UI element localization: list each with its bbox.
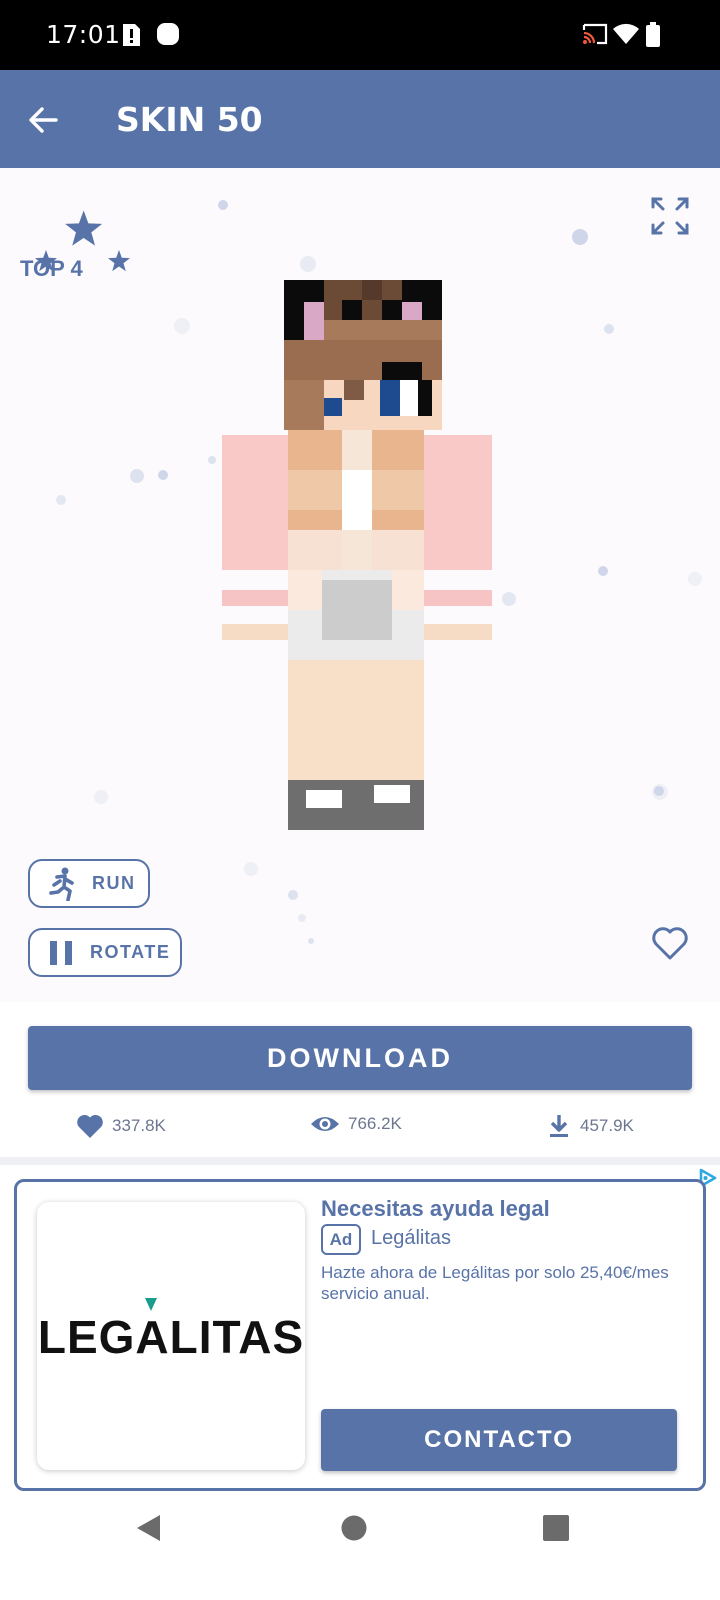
eye-icon [311,1117,339,1131]
running-person-icon [49,867,74,901]
back-arrow-icon[interactable] [22,98,66,142]
ad-title: Necesitas ayuda legal [321,1196,550,1221]
ad-badge: Ad [321,1224,361,1255]
wifi-icon [613,23,639,44]
cast-icon [582,23,608,45]
divider [0,1157,720,1165]
ad-description: Hazte ahora de Legálitas por solo 25,40€… [321,1263,669,1303]
download-button[interactable]: DOWNLOAD [28,1026,692,1090]
app-notification-icon [157,23,179,45]
status-bar: 17:01 [0,0,720,70]
downloads-stat: 457.9K [546,1113,634,1139]
heart-outline-icon[interactable] [650,923,690,963]
fullscreen-icon[interactable] [650,196,690,236]
ad-banner[interactable]: LEGALITAS Necesitas ayuda legal Ad Legál… [14,1179,706,1491]
skin-viewer[interactable]: TOP 4 RUN ROTATE [0,168,720,1002]
pause-icon [50,940,72,965]
heart-icon [77,1114,103,1138]
app-bar: SKIN 50 [0,70,720,168]
rank-label: TOP 4 [20,256,83,281]
battery-icon [646,22,660,47]
skin-preview [222,280,492,830]
rotate-button[interactable]: ROTATE [28,928,182,977]
status-time: 17:01 [46,20,121,49]
nav-recents-icon[interactable] [542,1514,570,1542]
downloads-count: 457.9K [580,1116,634,1135]
ad-contact-button[interactable]: CONTACTO [321,1409,677,1471]
likes-stat: 337.8K [76,1113,166,1139]
run-button[interactable]: RUN [28,859,150,908]
nav-back-icon[interactable] [132,1510,164,1546]
system-nav-bar [0,1510,720,1600]
nav-home-icon[interactable] [340,1514,368,1542]
views-stat: 766.2K [310,1113,402,1135]
ad-advertiser: Legálitas [371,1227,452,1249]
ad-logo: LEGALITAS [37,1202,305,1470]
alert-notification-icon [123,24,140,46]
views-count: 766.2K [348,1114,402,1133]
page-title: SKIN 50 [116,100,263,139]
ad-logo-text: LEGALITAS [37,1311,305,1363]
rotate-label: ROTATE [90,942,171,962]
likes-count: 337.8K [112,1116,166,1135]
run-label: RUN [92,873,136,893]
download-icon [550,1115,568,1137]
